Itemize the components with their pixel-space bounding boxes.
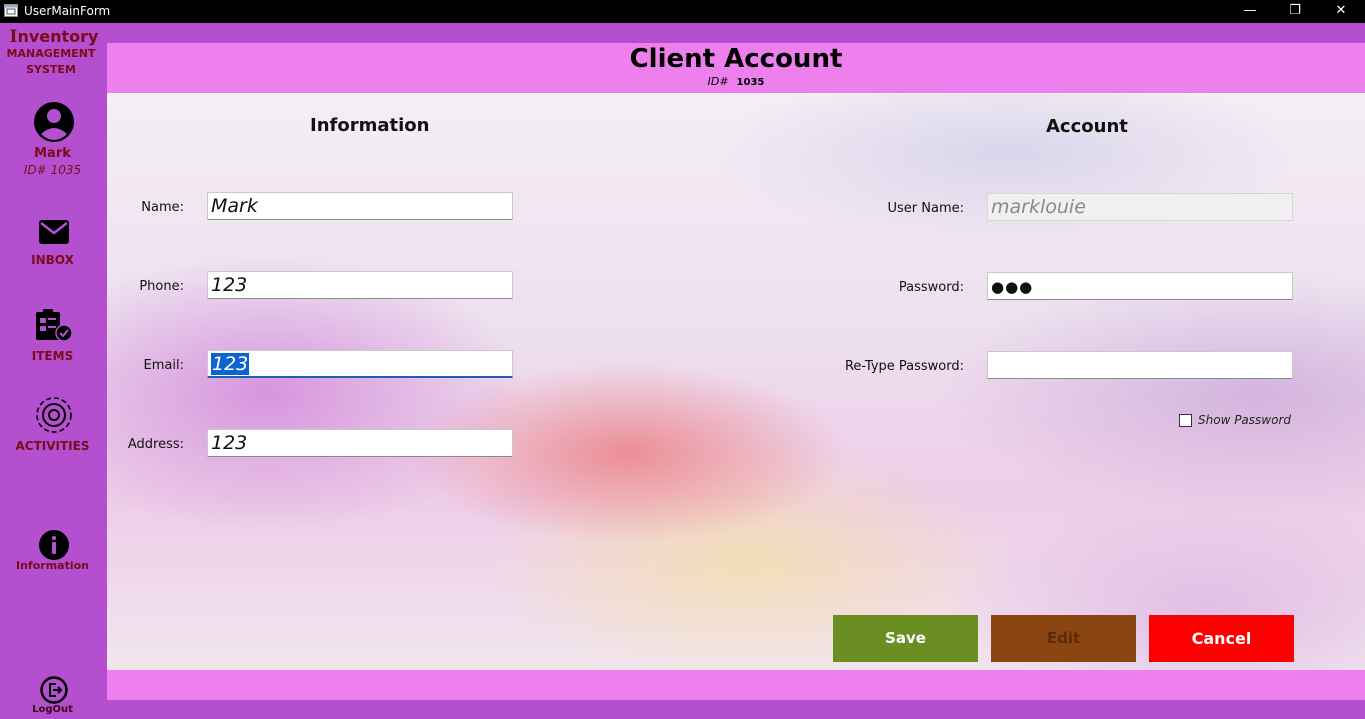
username-field: marklouie bbox=[987, 193, 1293, 221]
page-footer bbox=[107, 670, 1365, 700]
bottom-strip bbox=[107, 700, 1365, 719]
user-id-value: 1035 bbox=[50, 163, 82, 177]
gear-icon bbox=[35, 397, 72, 433]
close-button[interactable]: ✕ bbox=[1318, 0, 1364, 23]
retype-password-field[interactable] bbox=[987, 351, 1293, 379]
email-label: Email: bbox=[143, 358, 184, 373]
email-field[interactable]: 123 bbox=[207, 350, 513, 378]
window-title: UserMainForm bbox=[24, 4, 111, 18]
password-field[interactable]: ●●● bbox=[987, 272, 1293, 300]
save-button[interactable]: Save bbox=[833, 615, 978, 662]
cancel-button[interactable]: Cancel bbox=[1149, 615, 1294, 662]
information-section-title: Information bbox=[310, 115, 430, 136]
info-icon bbox=[38, 530, 69, 560]
clipboard-check-icon bbox=[35, 309, 73, 342]
activities-nav[interactable] bbox=[0, 396, 107, 434]
avatar[interactable] bbox=[0, 102, 107, 142]
account-section-title: Account bbox=[1046, 116, 1128, 137]
window-titlebar: UserMainForm — ❐ ✕ bbox=[0, 0, 1365, 23]
address-field[interactable]: 123 bbox=[207, 429, 513, 457]
app-window-icon bbox=[4, 4, 18, 17]
items-nav[interactable] bbox=[0, 309, 107, 343]
username-label: User Name: bbox=[887, 201, 965, 216]
logo-word: nventory bbox=[17, 27, 99, 46]
account-id-label: ID# bbox=[707, 75, 729, 88]
show-password-checkbox[interactable] bbox=[1179, 413, 1192, 427]
user-name: Mark bbox=[34, 146, 71, 161]
items-label[interactable]: ITEMS bbox=[0, 349, 105, 363]
name-label: Name: bbox=[141, 200, 184, 215]
phone-label: Phone: bbox=[139, 279, 184, 294]
edit-button[interactable]: Edit bbox=[991, 615, 1136, 662]
account-id-value: 1035 bbox=[736, 77, 765, 88]
information-label[interactable]: Information bbox=[0, 559, 105, 572]
page-header: Client Account ID# 1035 bbox=[107, 43, 1365, 93]
user-id-label: ID# bbox=[23, 163, 47, 177]
logo-subtitle-1: MANAGEMENT bbox=[6, 47, 96, 60]
password-mask: ●●● bbox=[991, 278, 1034, 296]
email-selected-text: 123 bbox=[211, 353, 250, 375]
password-label: Password: bbox=[898, 280, 964, 295]
app-logo: Inventory bbox=[8, 27, 100, 47]
inbox-label[interactable]: INBOX bbox=[0, 253, 105, 267]
user-id: ID# 1035 bbox=[0, 163, 105, 177]
show-password-option[interactable]: Show Password bbox=[1179, 413, 1291, 427]
main-panel: Information Account Name: Mark Phone: 12… bbox=[107, 93, 1365, 670]
logout-nav[interactable] bbox=[0, 676, 107, 704]
phone-field[interactable]: 123 bbox=[207, 271, 513, 299]
mail-icon bbox=[38, 220, 69, 244]
page-title: Client Account bbox=[629, 44, 843, 74]
show-password-label[interactable]: Show Password bbox=[1198, 413, 1291, 427]
user-avatar-icon bbox=[33, 102, 74, 142]
account-id: ID# 1035 bbox=[107, 75, 1365, 88]
logo-subtitle-2: SYSTEM bbox=[26, 63, 76, 76]
restore-button[interactable]: ❐ bbox=[1272, 0, 1318, 23]
name-field[interactable]: Mark bbox=[207, 192, 513, 220]
logout-label[interactable]: LogOut bbox=[0, 704, 105, 715]
logout-icon bbox=[39, 676, 68, 704]
inbox-nav[interactable] bbox=[0, 220, 107, 244]
activities-label[interactable]: ACTIVITIES bbox=[0, 439, 105, 453]
information-nav[interactable] bbox=[0, 530, 107, 560]
address-label: Address: bbox=[127, 437, 184, 452]
retype-password-label: Re-Type Password: bbox=[844, 359, 964, 374]
minimize-button[interactable]: — bbox=[1227, 0, 1273, 23]
